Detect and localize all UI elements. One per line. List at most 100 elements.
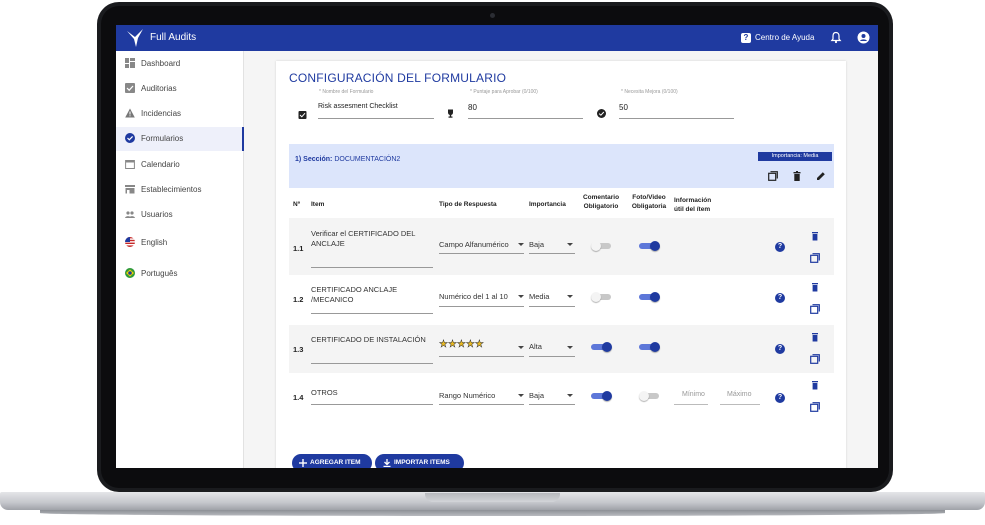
col-header-comment-line2: Obligatorio <box>583 203 619 210</box>
col-header-info-line2: útil del ítem <box>674 206 711 213</box>
max-input-underline <box>720 404 760 405</box>
sidebar-item-label: Establecimientos <box>141 185 202 194</box>
comment-required-toggle[interactable] <box>591 342 613 352</box>
response-type-select[interactable]: Rango Numérico <box>439 391 519 400</box>
webcam <box>490 13 495 18</box>
photo-required-toggle[interactable] <box>639 292 661 302</box>
trash-icon[interactable] <box>792 171 802 181</box>
importance-underline <box>529 306 575 307</box>
sidebar-item-label: Auditorias <box>141 84 177 93</box>
section-number: 1) Sección: <box>295 156 333 163</box>
row-item-underline <box>311 363 433 364</box>
toggle-knob <box>602 391 612 401</box>
col-header-info: Información útil del ítem <box>674 196 729 214</box>
form-name-underline <box>318 118 434 119</box>
help-icon[interactable]: ? <box>741 33 751 43</box>
sidebar-item-portugues[interactable]: Português <box>116 262 244 286</box>
plus-icon <box>299 459 307 467</box>
copy-icon[interactable] <box>768 171 778 181</box>
star-rating-select[interactable]: ★★★★★ <box>439 339 484 351</box>
chevron-down-icon <box>567 295 573 298</box>
help-circle-icon[interactable]: ? <box>775 344 785 354</box>
chevron-down-icon <box>518 394 524 397</box>
row-number: 1.2 <box>293 295 304 304</box>
sidebar-item-calendario[interactable]: Calendario <box>116 153 244 177</box>
min-input[interactable]: Mínimo <box>682 391 705 398</box>
trash-icon[interactable] <box>810 332 820 342</box>
help-center-link[interactable]: Centro de Ayuda <box>755 33 814 42</box>
comment-required-toggle[interactable] <box>591 391 613 401</box>
toggle-knob <box>602 342 612 352</box>
photo-required-toggle[interactable] <box>639 342 661 352</box>
sidebar-item-label: English <box>141 238 168 247</box>
copy-icon[interactable] <box>810 304 820 314</box>
chevron-down-icon <box>518 346 524 349</box>
clipboard-check-icon <box>298 111 307 119</box>
sidebar-item-label: Português <box>141 269 178 278</box>
row-item-text[interactable]: Verificar el CERTIFICADO DEL ANCLAJE <box>311 229 433 249</box>
pass-score-value: 80 <box>468 103 477 112</box>
help-circle-icon[interactable]: ? <box>775 293 785 303</box>
section-name: DOCUMENTACIÓN2 <box>334 156 401 163</box>
laptop-base-foot <box>40 510 945 516</box>
copy-icon[interactable] <box>810 354 820 364</box>
sidebar-item-usuarios[interactable]: Usuarios <box>116 203 244 227</box>
section-header: 1) Sección: DOCUMENTACIÓN2 Importancia: … <box>289 144 834 188</box>
col-header-info-line1: Información <box>674 197 712 204</box>
col-header-photo-line2: Obligatoria <box>631 203 667 210</box>
sidebar-item-dashboard[interactable]: Dashboard <box>116 52 244 76</box>
sidebar-item-incidencias[interactable]: Incidencias <box>116 102 244 126</box>
response-type-select[interactable]: Campo Alfanumérico <box>439 240 519 249</box>
import-items-label: IMPORTAR ITEMS <box>394 459 450 466</box>
brazil-flag-icon <box>125 268 135 278</box>
comment-required-toggle[interactable] <box>591 241 613 251</box>
table-row: 1.2 CERTIFICADO ANCLAJE /MECANICO Numéri… <box>289 275 834 325</box>
pass-score-underline <box>468 118 583 119</box>
max-input[interactable]: Máximo <box>727 391 752 398</box>
sidebar-item-establecimientos[interactable]: Establecimientos <box>116 178 244 202</box>
row-number: 1.3 <box>293 345 304 354</box>
response-type-select[interactable]: Numérico del 1 al 10 <box>439 292 519 301</box>
sidebar-item-label: Dashboard <box>141 59 181 68</box>
app-bar: Full Audits ? Centro de Ayuda <box>116 25 878 51</box>
form-name-value: Risk assesment Checklist <box>318 103 398 110</box>
chevron-down-icon <box>567 243 573 246</box>
trash-icon[interactable] <box>810 380 820 390</box>
check-circle-icon <box>597 109 606 118</box>
trash-icon[interactable] <box>810 231 820 241</box>
copy-icon[interactable] <box>810 253 820 263</box>
sidebar: Dashboard Auditorias Incidencias Formula… <box>116 51 244 468</box>
copy-icon[interactable] <box>810 402 820 412</box>
col-header-photo-line1: Foto/Video <box>632 194 666 201</box>
add-item-button[interactable]: AGREGAR ITEM <box>292 454 372 468</box>
comment-required-toggle[interactable] <box>591 292 613 302</box>
chevron-down-icon <box>518 295 524 298</box>
row-item-text[interactable]: CERTIFICADO DE INSTALACIÓN <box>311 335 433 345</box>
trash-icon[interactable] <box>810 282 820 292</box>
sidebar-item-english[interactable]: English <box>116 231 244 255</box>
import-items-button[interactable]: IMPORTAR ITEMS <box>375 454 464 468</box>
app-title: Full Audits <box>150 32 197 43</box>
col-header-no: Nº <box>293 201 301 208</box>
help-circle-icon[interactable]: ? <box>775 242 785 252</box>
account-icon[interactable] <box>857 31 870 44</box>
chevron-down-icon <box>567 394 573 397</box>
row-item-text[interactable]: OTROS <box>311 388 433 398</box>
needs-improvement-underline <box>619 118 734 119</box>
row-item-text[interactable]: CERTIFICADO ANCLAJE /MECANICO <box>311 285 433 305</box>
importance-underline <box>529 356 575 357</box>
response-type-underline <box>439 356 524 357</box>
sidebar-item-auditorias[interactable]: Auditorias <box>116 77 244 101</box>
needs-improvement-value: 50 <box>619 103 628 112</box>
bird-logo-icon <box>127 29 143 47</box>
edit-icon[interactable] <box>816 171 826 181</box>
trophy-icon <box>448 109 453 118</box>
photo-required-toggle[interactable] <box>639 241 661 251</box>
bell-icon[interactable] <box>830 31 842 44</box>
dashboard-icon <box>125 58 135 68</box>
sidebar-item-formularios[interactable]: Formularios <box>116 127 244 151</box>
importance-underline <box>529 253 575 254</box>
photo-required-toggle[interactable] <box>639 391 661 401</box>
table-row: 1.4 OTROS Rango Numérico Baja Mínimo Máx… <box>289 373 834 421</box>
help-circle-icon[interactable]: ? <box>775 393 785 403</box>
